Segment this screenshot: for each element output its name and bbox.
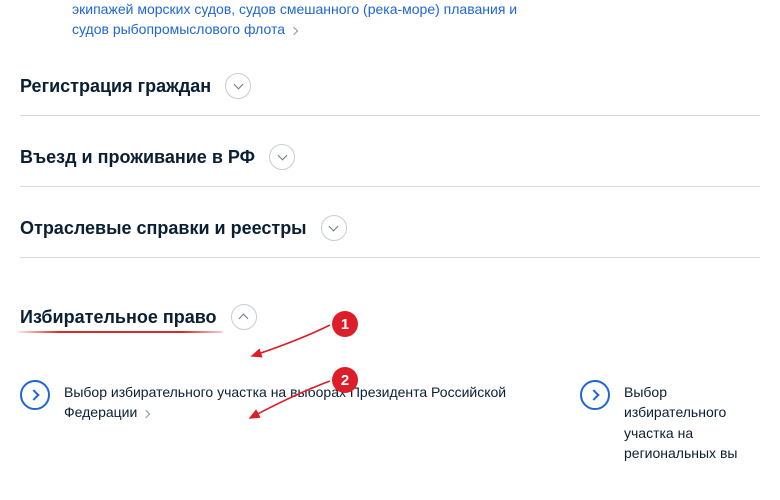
chevron-down-icon [233,80,243,90]
section-electoral: Избирательное право [20,258,760,346]
electoral-item-regional[interactable]: Выбор избирательного участка на регионал… [580,380,760,463]
top-link-text-line2: судов рыбопромыслового флота [72,21,285,37]
electoral-item-president[interactable]: Выбор избирательного участка на выборах … [20,380,520,463]
section-entry-header[interactable]: Въезд и проживание в РФ [20,144,760,170]
section-entry: Въезд и проживание в РФ [20,116,760,187]
toggle-registration[interactable] [225,73,251,99]
top-link-text-line1: экипажей морских судов, судов смешанного… [72,1,517,17]
electoral-item-regional-text: Выбор избирательного участка на регионал… [624,380,760,463]
section-registries-header[interactable]: Отраслевые справки и реестры [20,215,760,241]
chevron-right-icon [290,26,298,34]
section-electoral-header[interactable]: Избирательное право [20,304,760,330]
toggle-registries[interactable] [321,215,347,241]
section-electoral-title: Избирательное право [20,307,217,328]
section-registration: Регистрация граждан [20,45,760,116]
electoral-items-row: Выбор избирательного участка на выборах … [0,346,780,463]
toggle-electoral[interactable] [231,304,257,330]
section-registration-header[interactable]: Регистрация граждан [20,73,760,99]
annotation-badge-1: 1 [332,311,358,337]
section-registries: Отраслевые справки и реестры [20,187,760,258]
chevron-down-icon [329,222,339,232]
electoral-item-president-text: Выбор избирательного участка на выборах … [64,384,506,420]
section-registration-title: Регистрация граждан [20,76,211,97]
circle-chevron-icon [580,380,610,410]
annotation-badge-2: 2 [332,367,358,393]
section-registries-title: Отраслевые справки и реестры [20,218,307,239]
chevron-down-icon [277,151,287,161]
top-partial-link[interactable]: экипажей морских судов, судов смешанного… [0,0,560,45]
circle-chevron-icon [20,380,50,410]
section-entry-title: Въезд и проживание в РФ [20,147,255,168]
chevron-up-icon [239,314,249,324]
chevron-right-icon [142,410,150,418]
toggle-entry[interactable] [269,144,295,170]
